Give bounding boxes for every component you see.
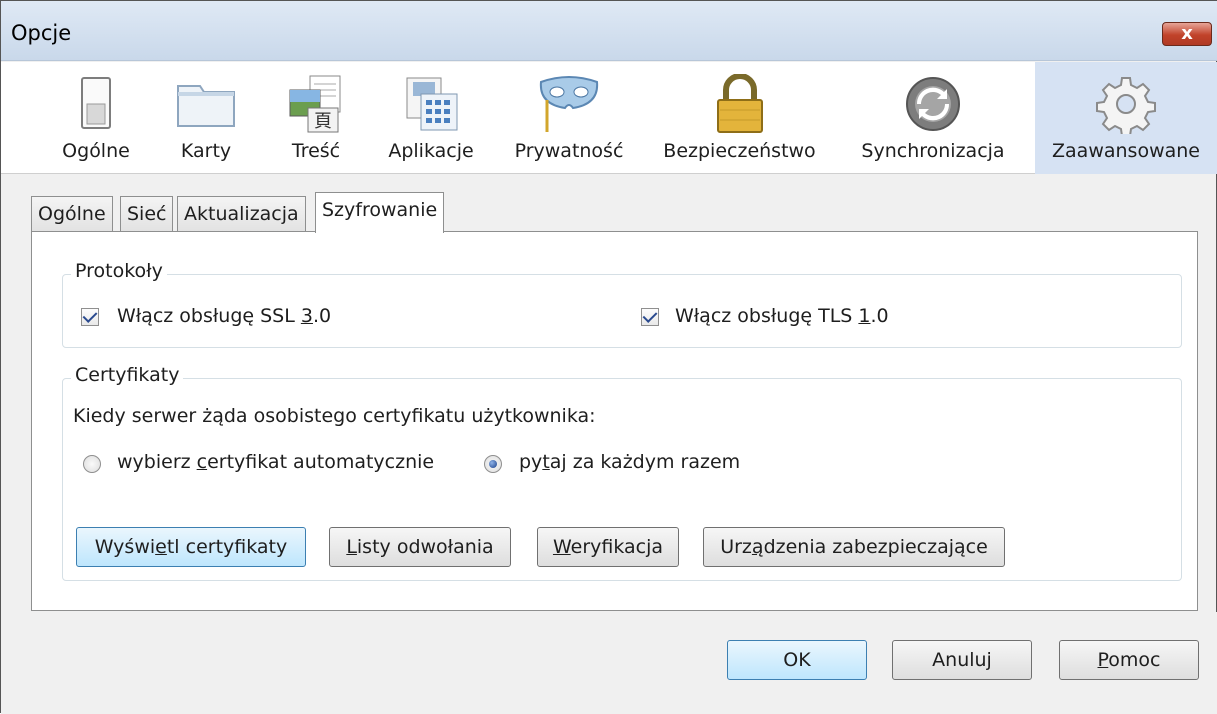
cancel-button[interactable]: Anuluj: [892, 640, 1032, 680]
dialog-footer: OK Anuluj Pomoc: [1, 612, 1217, 714]
svg-text:頁: 頁: [314, 111, 332, 132]
tab-update[interactable]: Aktualizacja: [177, 196, 306, 232]
toolbar-item-label: Prywatność: [514, 140, 624, 162]
content-icon: 頁: [289, 75, 341, 133]
accesskey: t: [542, 451, 550, 473]
tab-label: Ogólne: [38, 203, 106, 225]
label-text: isty odwołania: [356, 536, 494, 558]
encryption-panel: Protokoły Włącz obsługę SSL 3.0 Włącz ob…: [31, 231, 1198, 611]
tab-label: Aktualizacja: [184, 203, 299, 225]
accesskey: 3: [300, 305, 313, 327]
protocols-group-title: Protokoły: [71, 260, 167, 282]
switch-icon: [81, 77, 111, 129]
label-text: .0: [312, 305, 332, 327]
lock-icon: [716, 74, 763, 133]
label-text: tl certyfikaty: [166, 536, 288, 558]
toolbar-item-label: Bezpieczeństwo: [663, 140, 816, 162]
sync-icon: [906, 77, 960, 131]
toolbar-item-general[interactable]: Ogólne: [41, 62, 151, 174]
label-text: eryfikacja: [570, 536, 664, 558]
validation-button[interactable]: Weryfikacja: [537, 527, 679, 567]
ok-button[interactable]: OK: [727, 640, 867, 680]
tab-general[interactable]: Ogólne: [31, 196, 113, 232]
certificates-group: Certyfikaty Kiedy serwer żąda osobistego…: [62, 364, 1182, 581]
label-text: py: [519, 451, 543, 473]
ssl-checkbox-label[interactable]: Włącz obsługę SSL 3.0: [117, 305, 331, 327]
security-devices-button[interactable]: Urządzenia zabezpieczające: [703, 527, 1005, 567]
toolbar-item-security[interactable]: Bezpieczeństwo: [648, 62, 831, 174]
toolbar-item-label: Aplikacje: [388, 140, 474, 162]
certificate-request-prompt: Kiedy serwer żąda osobistego certyfikatu…: [73, 405, 596, 427]
auto-select-radio-label[interactable]: wybierz certyfikat automatycznie: [117, 451, 434, 473]
accesskey: 1: [858, 305, 871, 327]
title-bar[interactable]: Opcje x: [1, 1, 1217, 61]
tab-encryption[interactable]: Szyfrowanie: [315, 192, 445, 233]
tab-network[interactable]: Sieć: [120, 196, 174, 232]
ask-every-time-radio[interactable]: [484, 455, 502, 473]
revocation-lists-button[interactable]: Listy odwołania: [329, 527, 511, 567]
toolbar-item-label: Zaawansowane: [1052, 140, 1200, 162]
options-window: Opcje x Ogólne Karty 頁 Treść Aplikacje P…: [0, 0, 1217, 714]
window-title: Opcje: [11, 21, 72, 45]
tls-checkbox[interactable]: [641, 308, 659, 326]
tab-label: Sieć: [127, 203, 167, 225]
label-text: aj za każdym razem: [549, 451, 741, 473]
toolbar-item-label: Karty: [180, 140, 232, 162]
label-text: Urz: [720, 536, 752, 558]
toolbar-item-privacy[interactable]: Prywatność: [501, 62, 637, 174]
auto-select-radio[interactable]: [83, 455, 101, 473]
gear-icon: [1096, 77, 1156, 134]
ssl-checkbox[interactable]: [81, 308, 99, 326]
label-text: Włącz obsługę TLS: [675, 305, 859, 327]
toolbar-item-label: Synchronizacja: [861, 140, 1005, 162]
label-text: .0: [870, 305, 889, 327]
tab-label: Szyfrowanie: [322, 199, 438, 221]
applications-icon: [406, 77, 458, 131]
toolbar-item-applications[interactable]: Aplikacje: [371, 62, 491, 174]
label-text: dzenia zabezpieczające: [763, 536, 988, 558]
toolbar-item-content[interactable]: 頁 Treść: [261, 62, 371, 174]
mask-icon: [539, 76, 599, 132]
toolbar-item-label: Treść: [291, 140, 341, 162]
label-text: Włącz obsługę SSL: [117, 305, 301, 327]
tabs-icon: [177, 85, 235, 127]
category-toolbar: Ogólne Karty 頁 Treść Aplikacje Prywatnoś…: [1, 62, 1217, 174]
toolbar-item-sync[interactable]: Synchronizacja: [839, 62, 1027, 174]
help-button[interactable]: Pomoc: [1059, 640, 1199, 680]
label-text: wybierz: [117, 451, 197, 473]
view-certificates-button[interactable]: Wyświetl certyfikaty: [76, 527, 306, 567]
toolbar-item-tabs[interactable]: Karty: [151, 62, 261, 174]
accesskey: ą: [751, 536, 764, 558]
label-text: omoc: [1108, 649, 1161, 671]
toolbar-item-advanced[interactable]: Zaawansowane: [1035, 62, 1217, 174]
certificates-group-title: Certyfikaty: [71, 364, 184, 386]
accesskey: e: [155, 536, 167, 558]
accesskey: P: [1097, 649, 1109, 671]
accesskey: L: [346, 536, 357, 558]
protocols-group: Protokoły Włącz obsługę SSL 3.0 Włącz ob…: [62, 260, 1182, 348]
toolbar-item-label: Ogólne: [62, 140, 130, 162]
tls-checkbox-label[interactable]: Włącz obsługę TLS 1.0: [675, 305, 889, 327]
label-text: Wyświ: [94, 536, 156, 558]
accesskey: c: [196, 451, 208, 473]
accesskey: W: [552, 536, 571, 558]
label-text: ertyfikat automatycznie: [207, 451, 435, 473]
ask-every-time-radio-label[interactable]: pytaj za każdym razem: [519, 451, 740, 473]
close-button[interactable]: x: [1162, 22, 1212, 46]
